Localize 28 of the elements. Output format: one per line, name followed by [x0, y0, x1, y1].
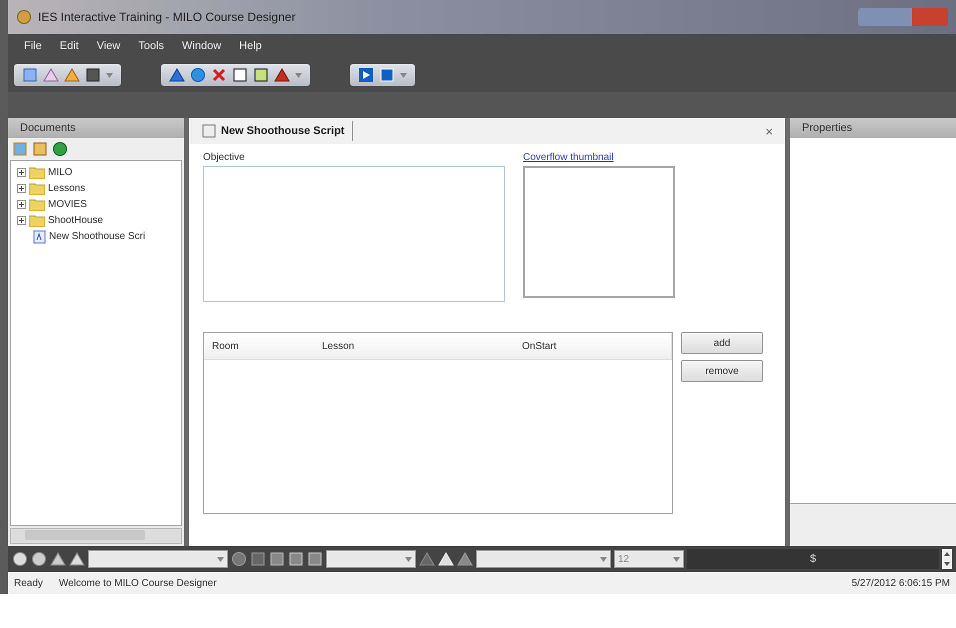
menu-item[interactable]: Window	[182, 40, 222, 52]
tree-item[interactable]: ShootHouse	[48, 215, 104, 226]
menu-item[interactable]: Edit	[60, 40, 79, 52]
font-size-value: 12	[618, 554, 630, 564]
menu-item[interactable]: Help	[239, 40, 262, 52]
remove-button[interactable]: remove	[681, 360, 763, 382]
status-datetime: 5/27/2012 6:06:15 PM	[852, 578, 950, 588]
column-header[interactable]: Lesson	[314, 333, 514, 359]
column-header[interactable]: OnStart	[514, 333, 644, 359]
menu-item[interactable]: View	[96, 40, 120, 52]
tree-item[interactable]: New Shoothouse Scri	[49, 231, 146, 242]
window-title: IES Interactive Training - MILO Course Designer	[38, 10, 296, 24]
add-button[interactable]: add	[681, 332, 763, 354]
status-message: Welcome to MILO Course Designer	[58, 578, 217, 588]
column-header[interactable]: Room	[204, 333, 314, 359]
tree-item[interactable]: MOVIES	[48, 199, 87, 210]
tree-item[interactable]: MILO	[48, 167, 72, 178]
tree-item[interactable]: Lessons	[48, 183, 86, 194]
close-button[interactable]: ×	[761, 124, 777, 138]
thumbnail-link[interactable]: Coverflow thumbnail	[523, 152, 675, 163]
status-text: Ready	[14, 578, 43, 588]
panel-title: Properties	[802, 122, 852, 134]
document-tab[interactable]: New Shoothouse Script	[197, 121, 354, 141]
menu-item[interactable]: Tools	[138, 40, 164, 52]
menu-item[interactable]: File	[24, 40, 42, 52]
field-label: Objective	[203, 152, 246, 163]
currency-symbol: $	[810, 553, 816, 565]
panel-title: Documents	[20, 122, 76, 134]
